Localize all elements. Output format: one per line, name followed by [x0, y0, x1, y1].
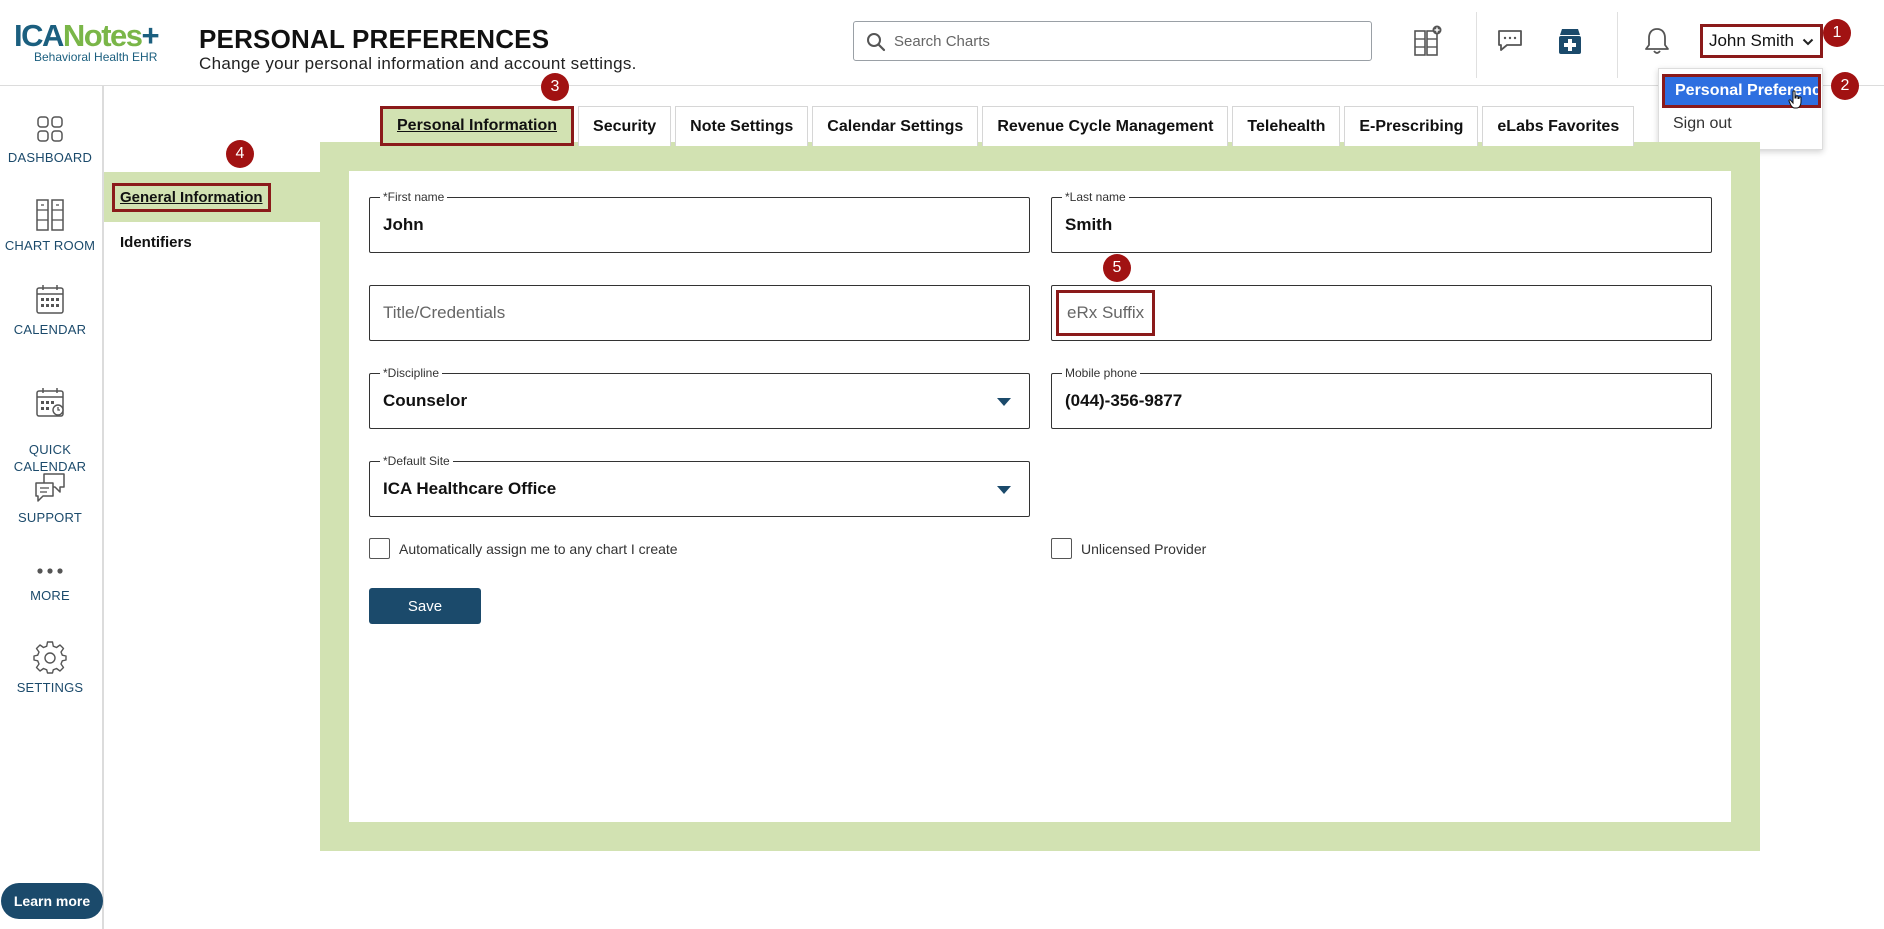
field-value: ICA Healthcare Office: [383, 479, 557, 498]
erx-suffix-field[interactable]: eRx Suffix: [1051, 285, 1712, 341]
nav-item-calendar[interactable]: CALENDAR: [0, 284, 100, 338]
dropdown-caret-icon: [997, 486, 1011, 494]
step-badge: 3: [541, 73, 569, 101]
field-value: John: [383, 215, 424, 234]
nav-label: SUPPORT: [17, 510, 82, 525]
field-label: *First name: [380, 190, 448, 204]
checkbox-box[interactable]: [1051, 538, 1072, 559]
support-icon: [35, 473, 65, 502]
left-navigation: DASHBOARD CHART ROOM CALENDAR QUICK CALE…: [0, 86, 104, 929]
app-logo[interactable]: ICANotes+ Behavioral Health EHR: [14, 20, 174, 70]
first-name-field[interactable]: *First name John: [369, 190, 1030, 253]
search-charts-box[interactable]: [853, 21, 1372, 61]
menu-item-sign-out[interactable]: Sign out: [1673, 115, 1732, 133]
subnav-identifiers[interactable]: Identifiers: [104, 217, 320, 267]
step-badge: 4: [226, 140, 254, 168]
field-label: *Default Site: [380, 454, 453, 468]
logo-text-ica: ICA: [14, 18, 64, 53]
field-value: (044)-356-9877: [1065, 391, 1183, 410]
unlicensed-provider-checkbox[interactable]: Unlicensed Provider: [1051, 538, 1206, 559]
nav-item-quick-calendar[interactable]: QUICK CALENDAR: [0, 370, 100, 475]
more-icon: [37, 568, 63, 574]
header-divider: [1617, 12, 1618, 78]
nav-label: MORE: [30, 588, 70, 603]
chevron-down-icon: [1802, 31, 1814, 51]
field-placeholder: eRx Suffix: [1067, 303, 1145, 322]
page-title: PERSONAL PREFERENCES: [199, 24, 550, 54]
step-badge: 2: [1831, 72, 1859, 100]
tab-elabs-favorites[interactable]: eLabs Favorites: [1482, 106, 1635, 146]
nav-label: SETTINGS: [16, 680, 84, 695]
user-menu-button[interactable]: John Smith: [1700, 24, 1823, 58]
nav-label: QUICK CALENDAR: [13, 442, 87, 474]
nav-item-dashboard[interactable]: DASHBOARD: [0, 114, 100, 166]
nav-label: CALENDAR: [13, 322, 87, 337]
subnav-label: General Information: [112, 182, 271, 212]
gear-icon: [33, 641, 67, 674]
logo-tagline: Behavioral Health EHR: [34, 50, 158, 64]
nav-item-more[interactable]: MORE: [0, 560, 100, 604]
quick-calendar-icon: [36, 388, 64, 417]
subnav-general-information[interactable]: General Information: [104, 172, 320, 222]
auto-assign-checkbox[interactable]: Automatically assign me to any chart I c…: [369, 538, 678, 559]
step-badge: 5: [1103, 254, 1131, 282]
subnav-label: Identifiers: [120, 233, 192, 251]
logo-text-notes: Notes: [62, 18, 143, 53]
page-subtitle: Change your personal information and acc…: [199, 54, 637, 73]
tab-revenue-cycle-management[interactable]: Revenue Cycle Management: [982, 106, 1229, 146]
nav-item-settings[interactable]: SETTINGS: [0, 640, 100, 696]
hand-cursor-icon: [1788, 90, 1802, 109]
dashboard-icon: [37, 116, 63, 142]
mobile-phone-field[interactable]: Mobile phone (044)-356-9877: [1051, 366, 1712, 429]
erx-suffix-highlight: eRx Suffix: [1056, 290, 1156, 336]
tab-e-prescribing[interactable]: E-Prescribing: [1344, 106, 1479, 146]
nav-label: CHART ROOM: [4, 238, 96, 253]
default-site-select[interactable]: *Default Site ICA Healthcare Office: [369, 454, 1030, 517]
discipline-select[interactable]: *Discipline Counselor: [369, 366, 1030, 429]
tab-personal-information[interactable]: Personal Information: [380, 106, 575, 146]
calendar-icon: [36, 285, 64, 314]
last-name-field[interactable]: *Last name Smith: [1051, 190, 1712, 253]
checkbox-label: Automatically assign me to any chart I c…: [399, 540, 678, 557]
checkbox-label: Unlicensed Provider: [1081, 540, 1207, 557]
header-divider: [1476, 12, 1477, 78]
tab-calendar-settings[interactable]: Calendar Settings: [812, 106, 979, 146]
logo-text-plus: +: [141, 18, 160, 53]
header: ICANotes+ Behavioral Health EHR PERSONAL…: [0, 0, 1884, 86]
tab-security[interactable]: Security: [578, 106, 672, 146]
dropdown-caret-icon: [997, 398, 1011, 406]
field-value: Smith: [1065, 215, 1113, 234]
messages-icon[interactable]: [1493, 20, 1527, 62]
add-chart-icon[interactable]: [1410, 20, 1444, 62]
field-label: Mobile phone: [1062, 366, 1141, 380]
tab-note-settings[interactable]: Note Settings: [675, 106, 809, 146]
nav-label: DASHBOARD: [7, 150, 93, 165]
field-label: *Last name: [1062, 190, 1129, 204]
chart-room-icon: [36, 199, 64, 231]
bell-icon[interactable]: [1640, 20, 1674, 62]
field-placeholder: Title/Credentials: [383, 303, 506, 322]
save-button[interactable]: Save: [369, 588, 481, 624]
pharmacy-icon[interactable]: [1553, 20, 1587, 62]
field-label: *Discipline: [380, 366, 443, 380]
preferences-tabs: Personal Information Security Note Setti…: [380, 106, 1638, 146]
search-icon: [866, 32, 886, 52]
learn-more-button[interactable]: Learn more: [1, 883, 103, 919]
nav-item-chart-room[interactable]: CHART ROOM: [0, 198, 100, 254]
search-input[interactable]: [894, 28, 1354, 54]
field-value: Counselor: [383, 391, 468, 410]
nav-item-support[interactable]: SUPPORT: [0, 472, 100, 526]
user-name: John Smith: [1708, 31, 1795, 50]
checkbox-box[interactable]: [369, 538, 390, 559]
step-badge: 1: [1823, 19, 1851, 47]
title-credentials-field[interactable]: Title/Credentials: [369, 285, 1030, 341]
tab-telehealth[interactable]: Telehealth: [1232, 106, 1341, 146]
